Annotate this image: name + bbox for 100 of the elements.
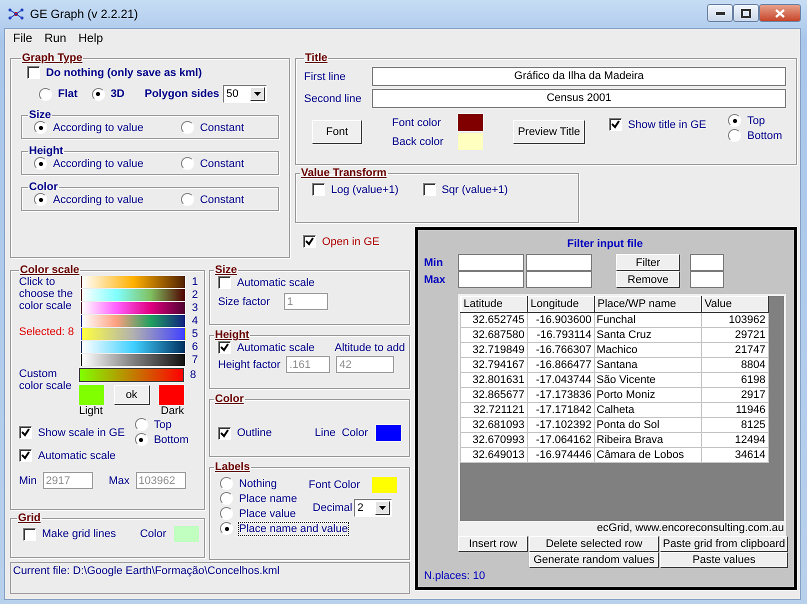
radio-label: 3D — [110, 88, 125, 100]
remove-button[interactable]: Remove — [616, 271, 680, 288]
input-field[interactable] — [526, 254, 592, 271]
input-field[interactable]: Gráfico da Ilha da Madeira — [372, 67, 786, 86]
table-cell: -16.903600 — [527, 312, 594, 328]
color-scale-bar[interactable] — [79, 368, 184, 382]
column-header[interactable]: Latitude — [460, 296, 527, 312]
table-cell: Porto Moniz — [594, 388, 701, 402]
color-scale-bar[interactable] — [80, 302, 186, 314]
current-file-text: Current file: D:\Google Earth\Formação\Concelhos.kml — [13, 565, 280, 577]
table-cell: 32.681093 — [460, 418, 527, 432]
color-scale-bar[interactable] — [80, 341, 186, 353]
menu-item[interactable]: Help — [72, 31, 110, 45]
polygon-sides-dropdown[interactable]: 50 — [223, 85, 268, 103]
scale-number: 1 — [192, 276, 198, 288]
radio-button[interactable] — [728, 129, 742, 142]
color-scale-bar[interactable] — [80, 276, 186, 288]
radio-button[interactable] — [34, 157, 47, 170]
checkbox[interactable] — [19, 449, 32, 462]
checkbox-label: Automatic scale — [237, 276, 315, 288]
input-field[interactable] — [526, 271, 592, 288]
checkbox-label: Outline — [237, 427, 272, 439]
radio-button[interactable] — [134, 418, 148, 431]
preview-title-button[interactable]: Preview Title — [513, 120, 585, 144]
color-scale-bar[interactable] — [80, 354, 186, 366]
radio-button[interactable] — [34, 193, 47, 206]
color-swatch[interactable] — [159, 385, 184, 405]
checkbox[interactable] — [19, 426, 32, 439]
radio-button[interactable] — [39, 88, 52, 100]
ok-button[interactable]: ok — [114, 385, 150, 405]
radio-button[interactable] — [220, 522, 233, 535]
menu-item[interactable]: File — [7, 31, 38, 45]
filter-button[interactable]: Filter — [616, 254, 680, 271]
grid-action-button[interactable]: Paste grid from clipboard — [660, 536, 788, 552]
color-swatch[interactable] — [174, 526, 200, 542]
checkbox[interactable] — [312, 183, 325, 196]
input-field[interactable] — [690, 271, 724, 288]
grid-action-button[interactable]: Paste values — [660, 552, 788, 568]
radio-button[interactable] — [728, 114, 742, 127]
radio-button[interactable] — [220, 507, 233, 520]
radio-button[interactable] — [92, 88, 105, 100]
radio-label: Place value — [239, 508, 296, 520]
font-button[interactable]: Font — [312, 120, 362, 144]
group-title: Height — [28, 145, 64, 157]
color-scale-bar[interactable] — [80, 315, 186, 327]
group-title: Graph Type — [21, 52, 84, 64]
radio-label: Bottom — [154, 434, 189, 446]
table-cell: 21747 — [701, 342, 768, 358]
color-swatch[interactable] — [458, 114, 483, 131]
field-label: Altitude to add — [334, 342, 405, 354]
input-field[interactable] — [458, 254, 524, 271]
field-label: Polygon sides — [144, 88, 220, 100]
table-cell: Calheta — [594, 402, 701, 418]
menu-item[interactable]: Run — [38, 31, 72, 45]
checkbox[interactable] — [218, 426, 231, 440]
color-scale-bar[interactable] — [80, 289, 186, 301]
color-scale-bar[interactable] — [80, 328, 186, 340]
checkbox[interactable] — [422, 183, 436, 196]
grid-action-button[interactable]: Generate random values — [529, 552, 659, 568]
places-count: N.places: 10 — [424, 570, 486, 582]
grid-action-button[interactable]: Delete selected row — [529, 536, 659, 552]
input-field[interactable]: Census 2001 — [372, 89, 786, 108]
checkbox[interactable] — [23, 528, 36, 540]
checkbox[interactable] — [27, 66, 40, 79]
checkbox[interactable] — [218, 276, 231, 289]
input-field[interactable] — [458, 271, 524, 288]
grid-action-button[interactable]: Insert row — [458, 536, 528, 552]
minimize-button[interactable] — [707, 4, 733, 22]
radio-button[interactable] — [180, 157, 194, 170]
color-swatch[interactable] — [79, 385, 104, 405]
decimal-dropdown[interactable]: 2 — [354, 499, 392, 517]
column-header[interactable]: Place/WP name — [594, 296, 701, 312]
checkbox[interactable] — [218, 341, 231, 354]
checkbox-label: Automatic scale — [237, 342, 315, 354]
radio-label: Nothing — [239, 478, 277, 490]
scale-number: 4 — [192, 315, 198, 327]
radio-button[interactable] — [220, 477, 233, 490]
table-cell: -17.102392 — [527, 418, 594, 432]
color-swatch[interactable] — [458, 133, 483, 150]
color-swatch[interactable] — [376, 425, 401, 441]
hint-text: Click to choose the color scale — [19, 276, 74, 312]
checkbox[interactable] — [609, 118, 622, 131]
radio-button[interactable] — [34, 121, 47, 134]
radio-button[interactable] — [134, 433, 148, 446]
column-header[interactable]: Longitude — [527, 296, 594, 312]
checkbox[interactable] — [303, 235, 316, 248]
group-title: Title — [304, 52, 328, 64]
radio-button[interactable] — [220, 492, 233, 505]
radio-button[interactable] — [180, 121, 194, 134]
table-cell: 103962 — [701, 312, 768, 328]
radio-label: Constant — [200, 158, 244, 170]
radio-button[interactable] — [180, 193, 194, 206]
color-swatch[interactable] — [372, 477, 397, 493]
custom-scale-label: Custom color scale — [19, 368, 73, 394]
input-field[interactable] — [690, 254, 724, 271]
radio-label: Constant — [200, 194, 244, 206]
column-header[interactable]: Value — [701, 296, 768, 312]
maximize-button[interactable] — [733, 4, 759, 22]
table-cell: -17.064162 — [527, 432, 594, 448]
close-button[interactable] — [759, 4, 801, 22]
